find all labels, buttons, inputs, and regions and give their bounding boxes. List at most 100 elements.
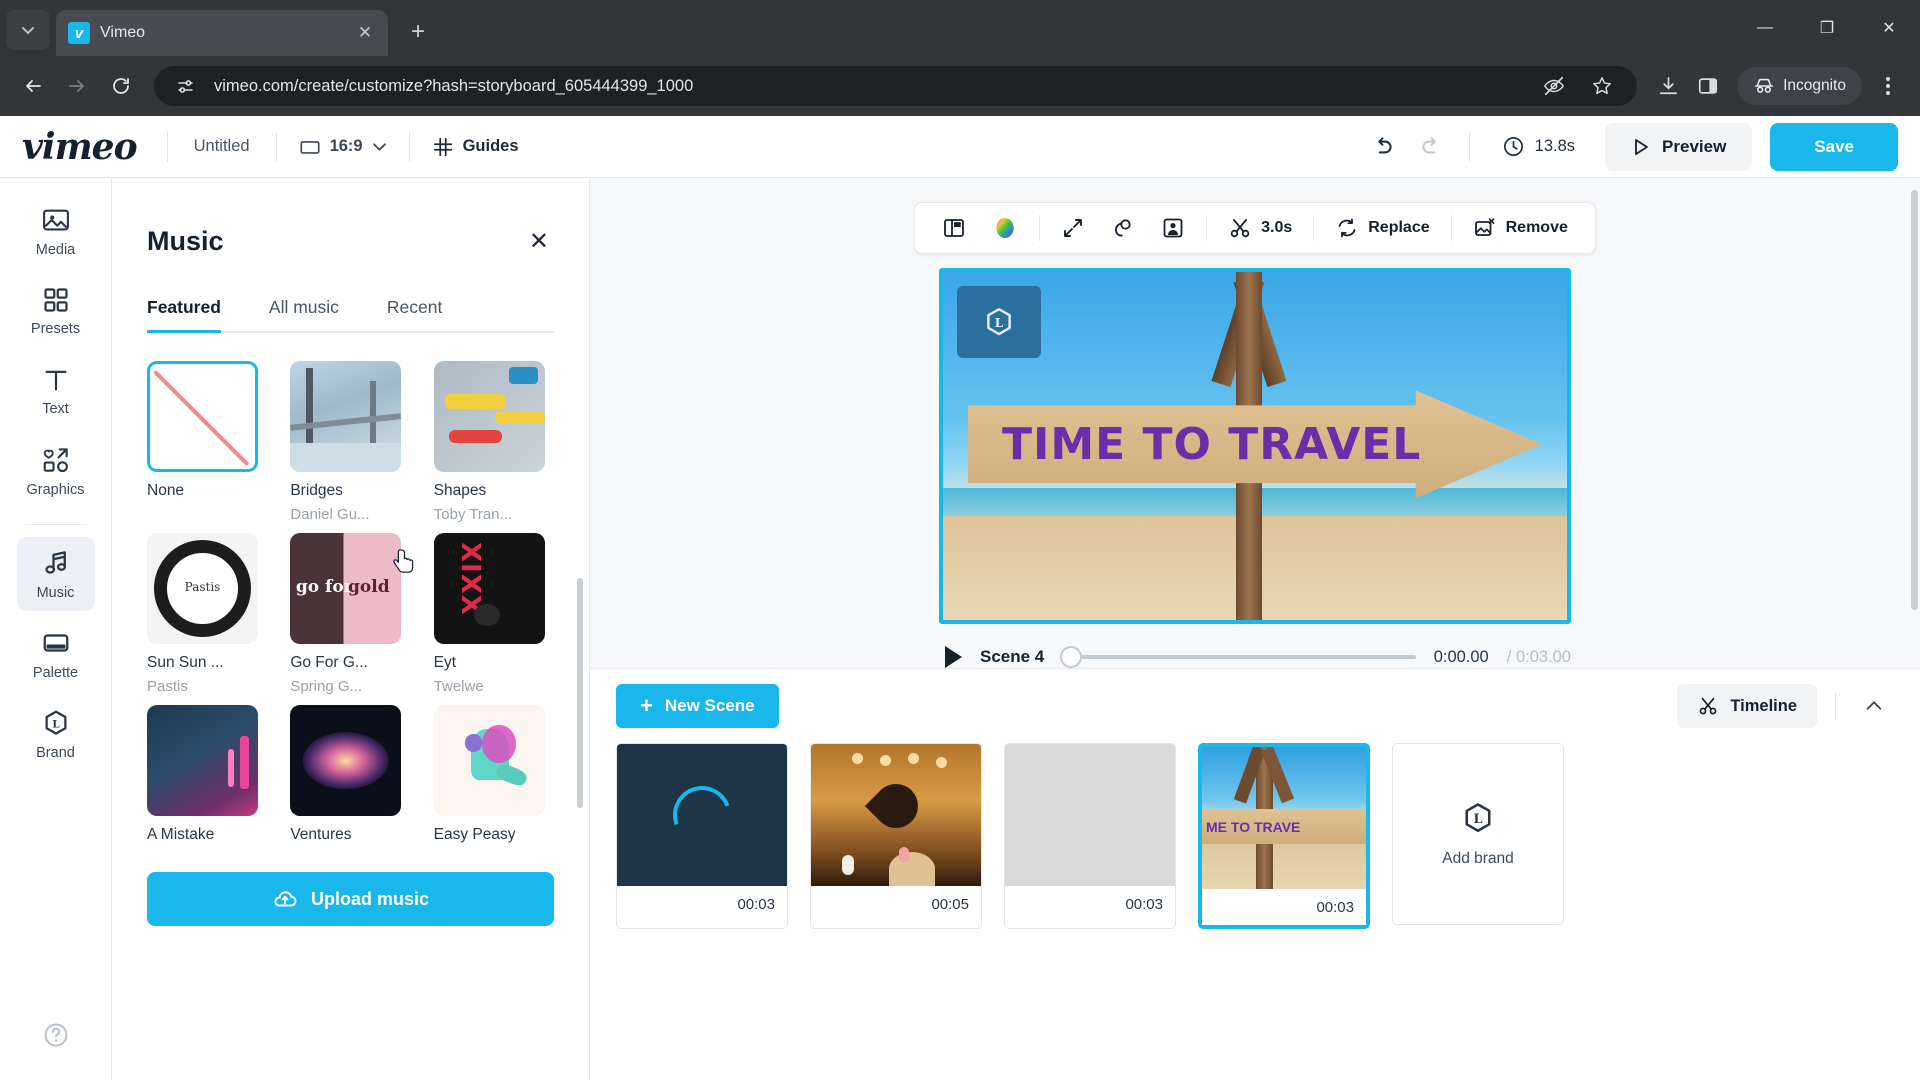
trim-duration-button[interactable]: 3.0s (1215, 208, 1305, 248)
layout-button[interactable] (929, 208, 979, 248)
window-minimize-button[interactable]: — (1734, 0, 1796, 56)
menu-dot (1886, 77, 1890, 81)
sidebar-item-music[interactable]: Music (16, 537, 95, 611)
sidebar-item-brand[interactable]: L Brand (17, 697, 95, 771)
brand-hex-icon: L (987, 308, 1011, 336)
image-remove-icon (1474, 218, 1494, 236)
tab-featured[interactable]: Featured (147, 297, 221, 333)
panel-close-icon[interactable]: ✕ (529, 227, 549, 256)
track-artwork (433, 705, 545, 816)
track-name: Bridges (290, 482, 343, 499)
sidebar-item-label: Brand (36, 744, 75, 761)
track-item[interactable]: A Mistake (147, 705, 262, 850)
header-actions: 13.8s Preview Save (1361, 122, 1898, 171)
window-maximize-button[interactable]: ❐ (1796, 0, 1858, 56)
project-name-field[interactable]: Untitled (168, 137, 276, 156)
track-item[interactable]: Shapes Toby Tran... (433, 361, 549, 523)
track-item[interactable]: XIXX Eyt Twelwe (433, 533, 549, 695)
vimeo-logo[interactable]: vimeo (22, 126, 138, 168)
scene-thumbnail (1005, 744, 1175, 886)
reload-button[interactable] (102, 67, 140, 105)
seek-handle[interactable] (1060, 646, 1083, 668)
track-artist: Daniel Gu... (290, 506, 370, 523)
tab-all-music[interactable]: All music (269, 297, 339, 331)
window-close-button[interactable]: ✕ (1858, 0, 1920, 56)
site-settings-icon[interactable] (168, 69, 202, 103)
download-icon (1659, 76, 1677, 94)
forward-button[interactable] (58, 67, 96, 105)
color-button[interactable] (979, 208, 1031, 248)
canvas-brand-badge[interactable]: L (957, 286, 1041, 358)
undo-icon (1377, 136, 1392, 153)
preview-button[interactable]: Preview (1605, 122, 1753, 171)
track-item[interactable]: Ventures (290, 705, 405, 850)
sidebar-item-media[interactable]: Media (17, 194, 95, 268)
chrome-menu-button[interactable] (1870, 67, 1906, 105)
incognito-profile-chip[interactable]: Incognito (1737, 67, 1862, 105)
brand-hex-icon: L (1465, 803, 1491, 833)
upload-music-button[interactable]: Upload music (147, 872, 554, 926)
toolbar-divider (1450, 215, 1452, 241)
address-bar[interactable]: vimeo.com/create/customize?hash=storyboa… (154, 66, 1638, 106)
help-button[interactable] (42, 1021, 70, 1054)
redo-button[interactable] (1409, 125, 1453, 169)
refresh-icon (1338, 218, 1356, 238)
play-icon[interactable] (945, 646, 962, 668)
bookmark-star-icon[interactable] (1585, 69, 1619, 103)
frame-icon (300, 140, 320, 154)
track-artwork (290, 361, 402, 472)
sidebar-item-text[interactable]: Text (17, 354, 95, 428)
track-item[interactable]: Easy Peasy (433, 705, 549, 850)
page-scrollbar[interactable] (1911, 190, 1918, 610)
focus-subject-button[interactable] (1148, 208, 1198, 248)
sidebar-item-presets[interactable]: Presets (17, 274, 95, 348)
tab-close-icon[interactable]: ✕ (354, 22, 376, 44)
scene-card[interactable]: 00:03 (616, 743, 788, 929)
save-button[interactable]: Save (1770, 122, 1898, 171)
scene-card[interactable]: 00:05 (810, 743, 982, 929)
back-button[interactable] (14, 67, 52, 105)
add-brand-card[interactable]: L Add brand (1392, 743, 1564, 925)
aspect-ratio-value: 16:9 (329, 137, 363, 155)
track-name: None (147, 482, 185, 499)
sidebar-item-palette[interactable]: Palette (17, 617, 95, 691)
track-item[interactable]: Bridges Daniel Gu... (290, 361, 405, 523)
track-item[interactable]: None (147, 361, 262, 523)
scene-card-selected[interactable]: ME TO TRAVE 00:03 (1198, 743, 1370, 929)
hide-password-icon[interactable] (1537, 69, 1571, 103)
remove-button[interactable]: Remove (1460, 208, 1581, 248)
scissors-icon (1699, 697, 1717, 715)
undo-button[interactable] (1361, 125, 1405, 169)
editor-stage: 3.0s Replace Remove TIME TO TRAVEL L Sce… (590, 178, 1920, 1080)
canvas-sign-text: TIME TO TRAVEL (1001, 418, 1422, 470)
track-name: Shapes (433, 482, 487, 499)
track-name: A Mistake (147, 826, 215, 843)
guides-button[interactable]: Guides (410, 127, 541, 167)
downloads-button[interactable] (1651, 69, 1685, 103)
tab-search-button[interactable] (6, 10, 50, 50)
new-tab-button[interactable]: + (400, 14, 436, 50)
sidebar-item-graphics[interactable]: Graphics (17, 434, 95, 508)
scene-canvas[interactable]: TIME TO TRAVEL L (939, 268, 1571, 624)
new-scene-button[interactable]: + New Scene (616, 684, 779, 728)
scene-card[interactable]: 00:03 (1004, 743, 1176, 929)
browser-tab[interactable]: v Vimeo ✕ (56, 10, 388, 56)
track-item[interactable]: Pastis Sun Sun ... Pastis (147, 533, 262, 695)
upload-music-label: Upload music (310, 888, 430, 909)
collapse-timeline-button[interactable] (1854, 686, 1894, 726)
side-panel-button[interactable] (1691, 69, 1725, 103)
track-item[interactable]: go for gold Go For G... Spring G... (290, 533, 405, 695)
plus-icon: + (640, 693, 653, 718)
sidebar-item-label: Graphics (26, 481, 85, 498)
aspect-ratio-selector[interactable]: 16:9 (277, 127, 409, 167)
scene-duration: 00:05 (811, 886, 981, 922)
tab-recent[interactable]: Recent (387, 297, 442, 331)
timeline-toggle-button[interactable]: Timeline (1677, 684, 1817, 728)
music-panel-scrollbar[interactable] (577, 578, 583, 808)
canvas-wrapper: TIME TO TRAVEL L (939, 268, 1571, 624)
link-button[interactable] (1098, 208, 1148, 248)
resize-button[interactable] (1048, 208, 1098, 248)
replace-button[interactable]: Replace (1322, 208, 1442, 248)
seek-bar[interactable] (1060, 646, 1416, 668)
clock-icon (1503, 137, 1523, 156)
